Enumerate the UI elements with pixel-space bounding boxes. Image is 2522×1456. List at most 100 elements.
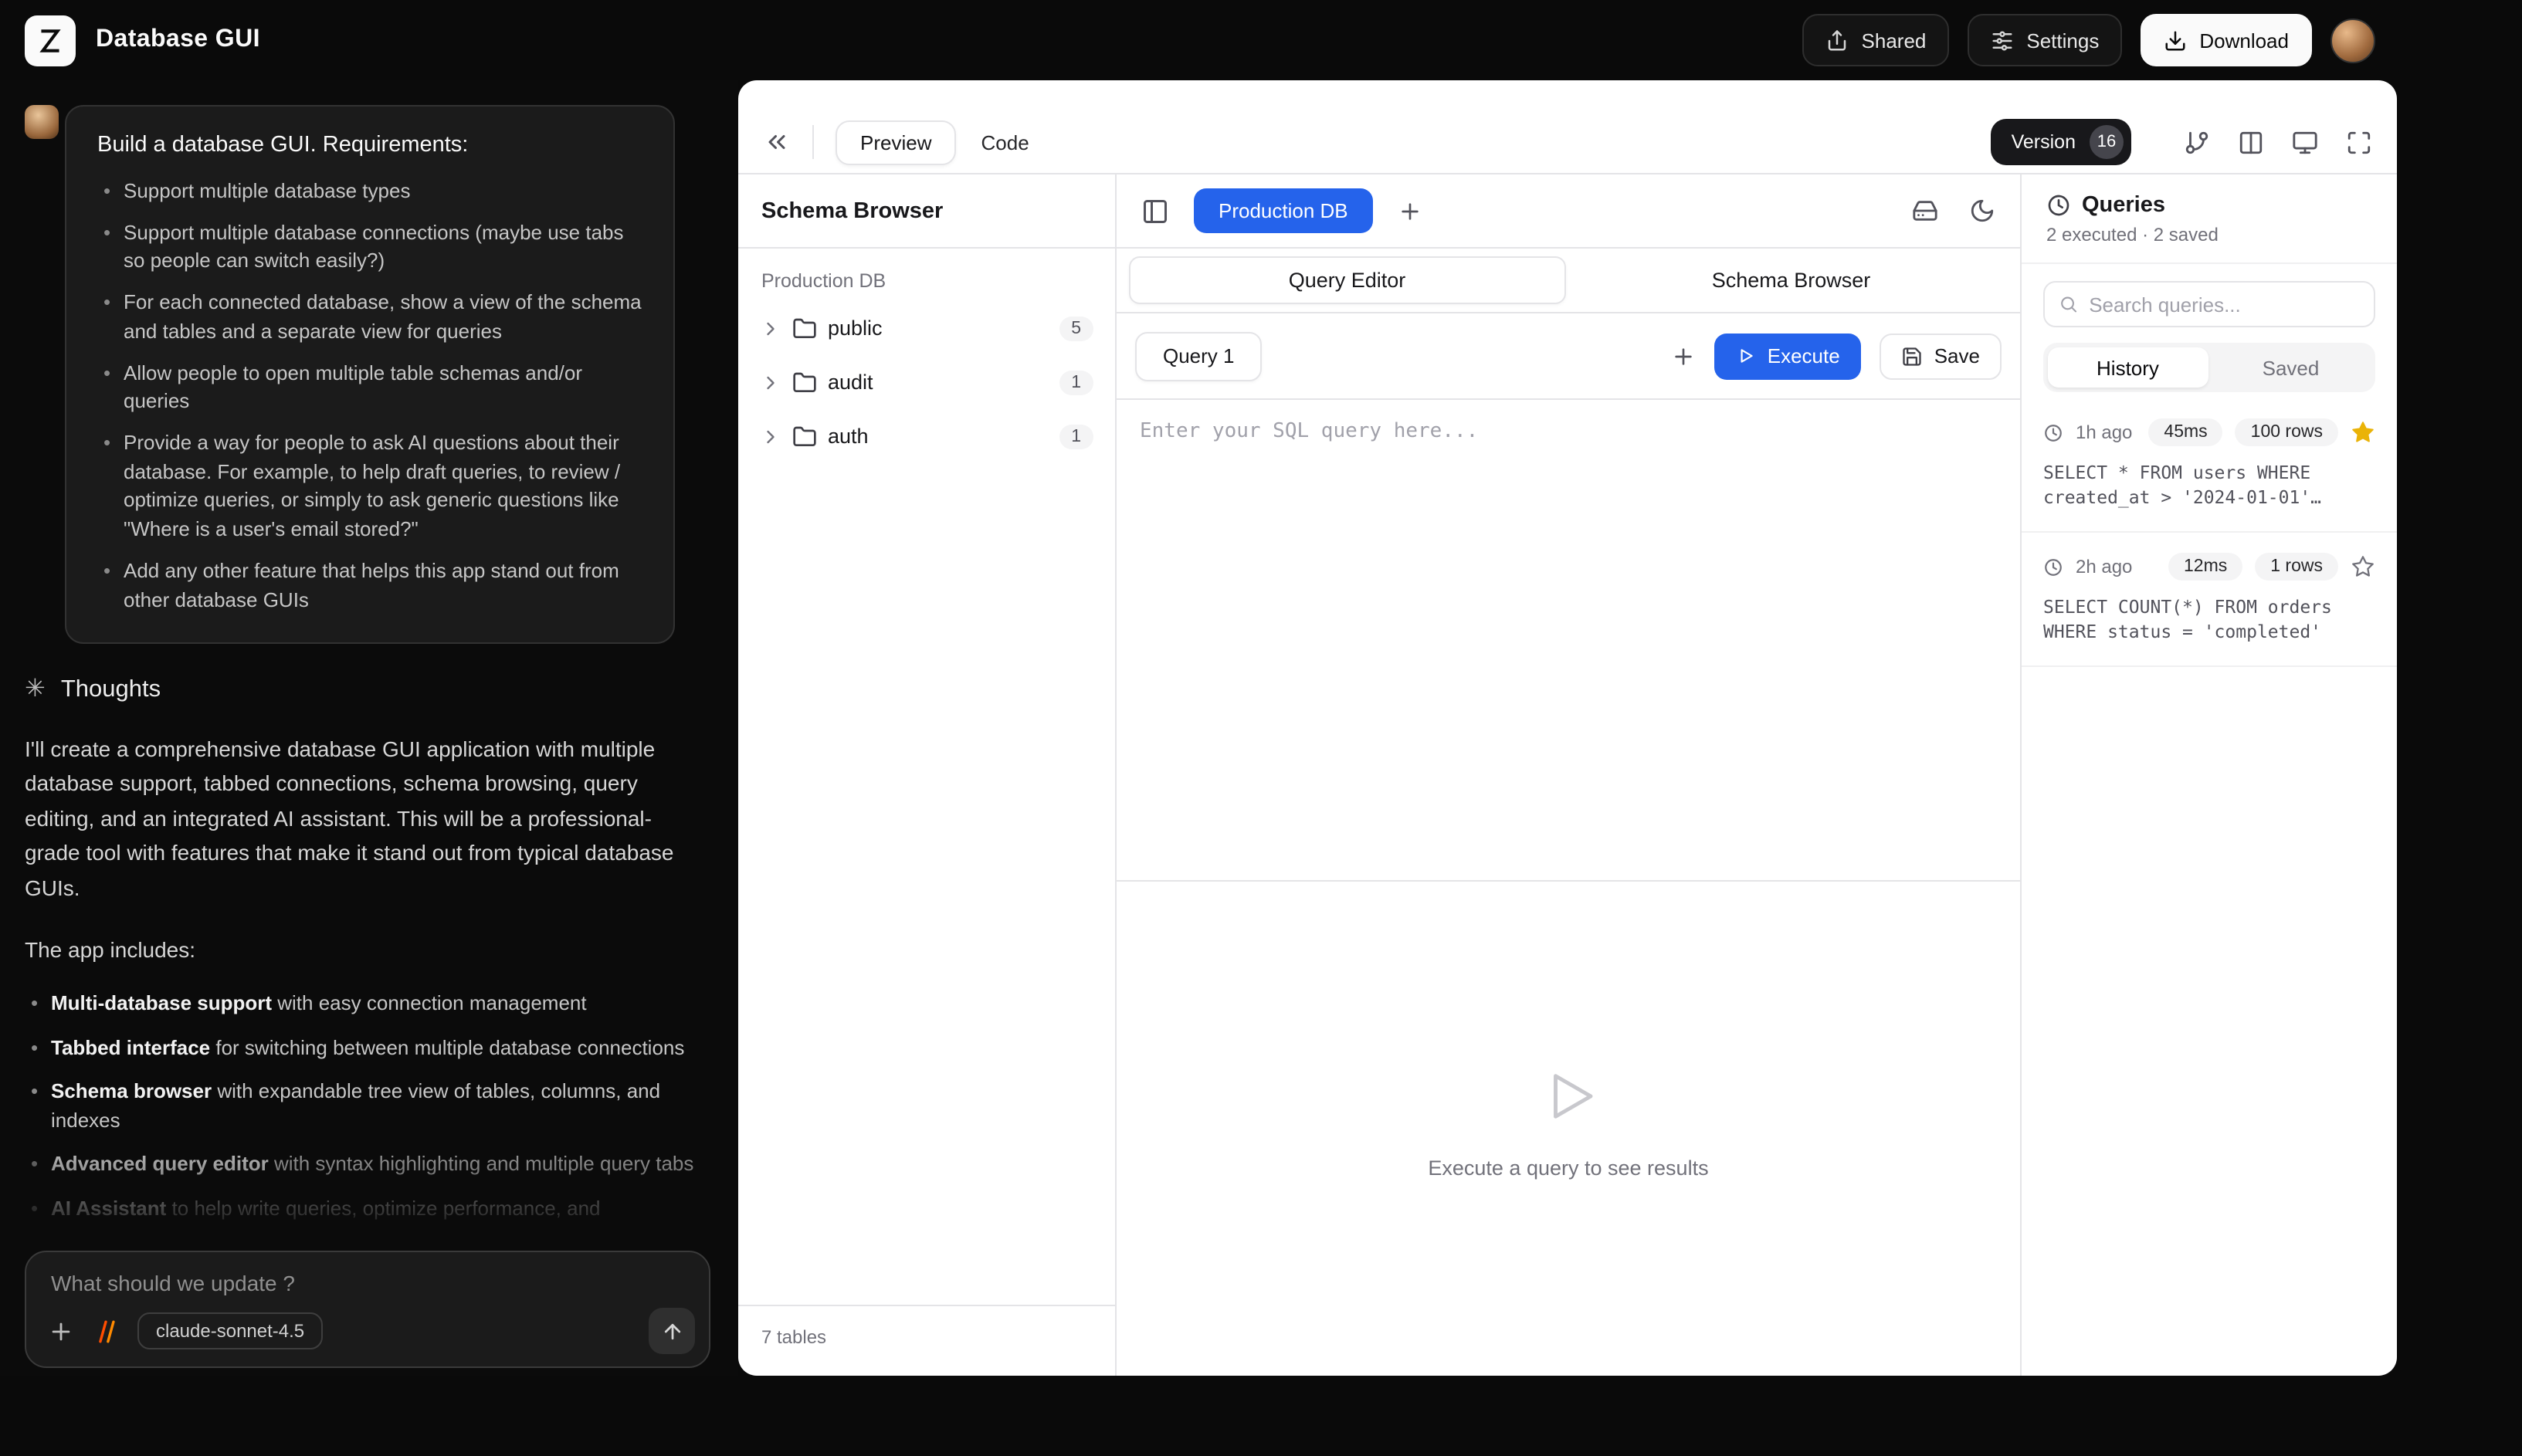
top-header: Database GUI Shared Settings Download [0,0,2397,80]
history-sql: SELECT * FROM users WHERE created_at > '… [2043,460,2375,510]
shared-button[interactable]: Shared [1803,14,1950,66]
table-count-badge: 5 [1059,316,1093,340]
git-branch-icon [2184,129,2210,155]
hard-drive-icon [1912,198,1938,224]
star-icon-filled[interactable] [2351,420,2375,445]
fork-button[interactable] [2184,129,2210,155]
thoughts-header[interactable]: ✳ Thoughts [25,676,707,704]
send-button[interactable] [649,1308,695,1354]
open-in-new-window-button[interactable] [2292,129,2318,155]
queries-tabs: History Saved [2043,343,2375,392]
plus-icon [1398,198,1422,223]
add-connection-button[interactable] [1398,198,1422,223]
split-view-button[interactable] [2238,129,2264,155]
user-avatar[interactable] [2330,18,2375,63]
query-history-list: 1h ago 45ms 100 rows SELECT * FROM users… [2022,398,2397,1376]
dark-mode-toggle[interactable] [1969,198,1995,224]
download-button[interactable]: Download [2141,14,2312,66]
composer-input[interactable] [26,1252,709,1295]
table-count-badge: 1 [1059,370,1093,394]
preview-panel: Preview Code Version 16 [738,80,2397,1376]
feature-item: AI Assistant to help write queries, opti… [25,1193,698,1222]
execute-button[interactable]: Execute [1715,333,1862,379]
search-icon [2059,293,2078,315]
schema-panel-title: Schema Browser [738,174,1115,249]
feature-item: Advanced query editor with syntax highli… [25,1150,698,1179]
history-item[interactable]: 2h ago 12ms 1 rows SELECT COUNT(*) FROM … [2022,533,2397,667]
toggle-schema-panel-button[interactable] [1141,197,1169,225]
schema-folder-audit[interactable]: audit 1 [738,355,1115,409]
queries-stats: 2 executed · 2 saved [2046,224,2372,245]
tab-query-editor[interactable]: Query Editor [1129,256,1565,304]
arrow-up-icon [660,1319,683,1343]
editor-panel: Production DB Query Editor [1117,174,2020,1376]
styles-button[interactable] [93,1318,119,1344]
connection-tab-production-db[interactable]: Production DB [1194,188,1373,233]
requirements-list: Support multiple database types Support … [97,178,642,615]
history-time: 2h ago [2076,556,2156,578]
fullscreen-button[interactable] [2346,129,2372,155]
chevrons-left-icon [763,128,791,156]
settings-button[interactable]: Settings [1968,14,2122,66]
version-number-badge: 16 [2090,125,2124,159]
app-logo-icon [25,15,76,66]
requirement-item: For each connected database, show a view… [97,289,642,347]
brand: Database GUI [25,15,260,66]
queries-title: Queries [2082,193,2165,218]
feature-item: Schema browser with expandable tree view… [25,1076,698,1136]
save-label: Save [1934,344,1980,367]
chat-composer[interactable]: claude-sonnet-4.5 [25,1251,710,1368]
history-time: 1h ago [2076,422,2136,444]
connection-bar: Production DB [1117,174,2020,249]
schema-db-label: Production DB [738,249,1115,301]
schema-panel: Schema Browser Production DB public 5 au… [738,174,1117,1376]
plus-icon [1672,344,1697,368]
maximize-icon [2346,129,2372,155]
history-item[interactable]: 1h ago 45ms 100 rows SELECT * FROM users… [2022,398,2397,533]
rows-badge: 100 rows [2236,418,2338,446]
collapse-chat-button[interactable] [763,128,791,156]
features-list: Multi-database support with easy connect… [25,989,698,1223]
add-query-tab-button[interactable] [1672,344,1697,368]
query-search-input[interactable] [2089,293,2360,316]
query-tab-1[interactable]: Query 1 [1135,331,1263,381]
version-button[interactable]: Version 16 [1991,119,2131,165]
tab-saved[interactable]: Saved [2211,347,2371,388]
clock-icon [2043,557,2063,577]
share-icon [1826,29,1849,52]
tab-history[interactable]: History [2048,347,2208,388]
duration-badge: 45ms [2148,418,2222,446]
attach-button[interactable] [48,1318,74,1344]
save-query-button[interactable]: Save [1880,333,2002,379]
schema-folder-auth[interactable]: auth 1 [738,409,1115,463]
queries-panel: Queries 2 executed · 2 saved History Sav… [2020,174,2397,1376]
sliders-icon [1991,29,2014,52]
clock-icon [2043,422,2063,442]
user-message-title: Build a database GUI. Requirements: [97,133,642,157]
message-author-avatar [25,105,59,139]
plus-icon [48,1318,74,1344]
play-outline-icon [1536,1063,1601,1128]
settings-label: Settings [2026,29,2099,52]
chevron-right-icon [760,317,781,339]
thoughts-heading: Thoughts [61,676,161,704]
query-actions: Execute Save [1672,333,2002,379]
code-tab[interactable]: Code [963,121,1048,163]
tab-schema-browser[interactable]: Schema Browser [1575,256,2008,304]
connections-manager-button[interactable] [1912,198,1938,224]
execute-label: Execute [1768,344,1840,367]
requirement-item: Support multiple database connections (m… [97,218,642,276]
queries-header: Queries 2 executed · 2 saved [2022,174,2397,264]
panel-left-icon [1141,197,1169,225]
preview-tab[interactable]: Preview [836,120,957,164]
requirement-item: Allow people to open multiple table sche… [97,359,642,417]
sql-editor[interactable] [1117,400,2020,882]
schema-footer: 7 tables [738,1305,1115,1376]
star-icon[interactable] [2351,554,2375,579]
requirement-item: Add any other feature that helps this ap… [97,557,642,615]
model-selector[interactable]: claude-sonnet-4.5 [137,1312,323,1349]
rows-badge: 1 rows [2255,553,2338,581]
requirement-item: Provide a way for people to ask AI quest… [97,429,642,545]
schema-folder-public[interactable]: public 5 [738,301,1115,355]
play-icon [1737,346,1757,366]
